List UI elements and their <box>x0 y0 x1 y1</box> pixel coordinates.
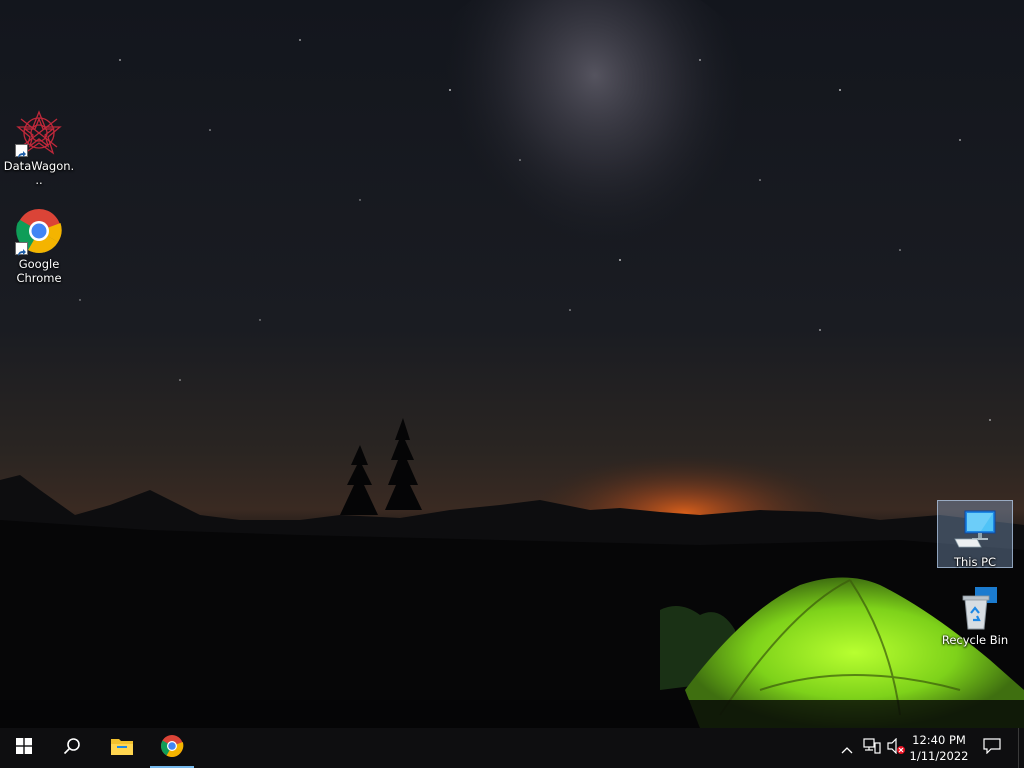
desktop-icon-label: DataWagon... <box>3 159 75 187</box>
network-icon <box>863 738 881 758</box>
recycle-bin-icon <box>951 583 999 631</box>
action-center-button[interactable] <box>976 728 1008 768</box>
windows-logo-icon <box>16 738 32 758</box>
network-status-button[interactable] <box>860 728 884 768</box>
file-explorer-button[interactable] <box>98 728 146 768</box>
desktop-icon-label: This PC <box>953 555 997 569</box>
clock[interactable]: 12:40 PM 1/11/2022 <box>906 728 972 768</box>
desktop-icon-datawagon[interactable]: DataWagon... <box>1 104 77 188</box>
desktop-icon-label: Recycle Bin <box>941 633 1009 647</box>
chevron-up-icon <box>841 739 853 758</box>
desktop-wallpaper <box>0 0 1024 728</box>
chrome-taskbar-button[interactable] <box>148 728 196 768</box>
clock-date: 1/11/2022 <box>909 749 969 763</box>
shortcut-arrow-icon <box>15 242 28 256</box>
search-icon <box>63 737 81 759</box>
taskbar: 12:40 PM 1/11/2022 <box>0 728 1024 768</box>
datawagon-logo-icon <box>15 109 63 158</box>
volume-muted-icon <box>886 737 906 758</box>
show-desktop-button[interactable] <box>1018 728 1024 768</box>
desktop-icon-google-chrome[interactable]: Google Chrome <box>1 202 77 286</box>
show-hidden-icons-button[interactable] <box>836 728 858 768</box>
volume-button[interactable] <box>884 728 908 768</box>
desktop-icon-label: Google Chrome <box>16 257 62 285</box>
search-button[interactable] <box>48 728 96 768</box>
desktop-icon-recycle-bin[interactable]: Recycle Bin <box>937 578 1013 648</box>
chrome-icon <box>15 207 63 256</box>
file-explorer-icon <box>110 736 134 760</box>
shortcut-arrow-icon <box>15 144 28 158</box>
desktop-icon-this-pc[interactable]: This PC <box>937 500 1013 569</box>
computer-icon <box>951 505 999 553</box>
action-center-icon <box>983 738 1001 758</box>
start-button[interactable] <box>0 728 48 768</box>
chrome-icon <box>160 734 184 762</box>
clock-time: 12:40 PM <box>912 733 966 747</box>
